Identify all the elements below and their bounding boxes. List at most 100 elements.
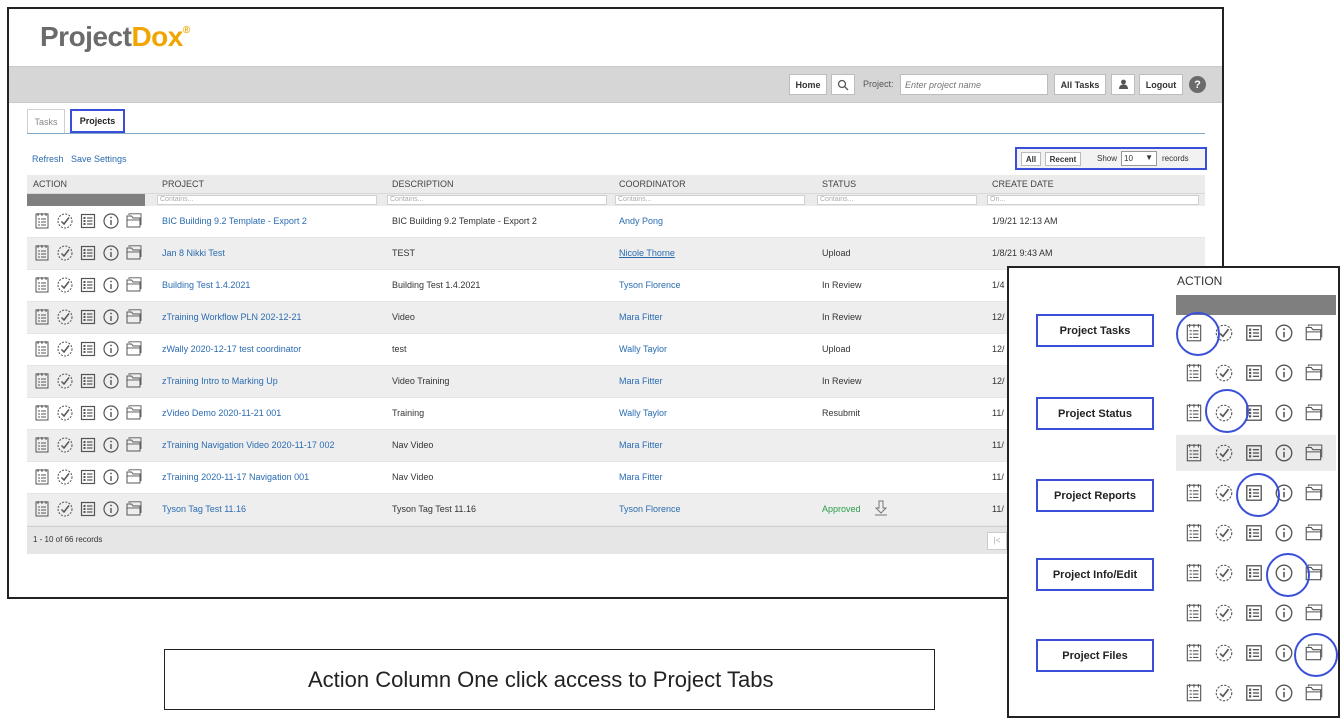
info-icon[interactable] — [1274, 643, 1294, 663]
tasks-icon[interactable] — [33, 340, 51, 358]
coordinator-link[interactable]: Tyson Florence — [619, 280, 681, 290]
tasks-icon[interactable] — [33, 276, 51, 294]
description-filter[interactable]: Contains... — [387, 195, 607, 205]
files-folder-icon[interactable] — [1304, 443, 1324, 463]
project-name-input[interactable] — [900, 74, 1048, 95]
column-header-description[interactable]: DESCRIPTION — [392, 179, 454, 189]
reports-list-icon[interactable] — [1244, 603, 1264, 623]
status-check-icon[interactable] — [56, 404, 74, 422]
tasks-icon[interactable] — [1184, 683, 1204, 703]
files-folder-icon[interactable] — [125, 212, 143, 230]
reports-list-icon[interactable] — [79, 340, 97, 358]
coordinator-link[interactable]: Mara Fitter — [619, 472, 663, 482]
info-icon[interactable] — [102, 308, 120, 326]
table-row[interactable]: BIC Building 9.2 Template - Export 2 BIC … — [27, 206, 1205, 238]
save-settings-link[interactable]: Save Settings — [71, 154, 127, 164]
reports-list-icon[interactable] — [79, 276, 97, 294]
info-icon[interactable] — [102, 468, 120, 486]
files-folder-icon[interactable] — [1304, 523, 1324, 543]
files-folder-icon[interactable] — [125, 468, 143, 486]
project-link[interactable]: Jan 8 Nikki Test — [162, 248, 225, 258]
status-check-icon[interactable] — [1214, 603, 1234, 623]
column-header-create-date[interactable]: CREATE DATE — [992, 179, 1054, 189]
info-icon[interactable] — [102, 340, 120, 358]
all-filter-button[interactable]: All — [1021, 152, 1041, 166]
project-link[interactable]: Building Test 1.4.2021 — [162, 280, 250, 290]
tasks-icon[interactable] — [1184, 483, 1204, 503]
files-folder-icon[interactable] — [125, 244, 143, 262]
tasks-icon[interactable] — [1184, 443, 1204, 463]
status-check-icon[interactable] — [56, 436, 74, 454]
files-folder-icon[interactable] — [1304, 603, 1324, 623]
tasks-icon[interactable] — [1184, 643, 1204, 663]
tasks-icon[interactable] — [1184, 523, 1204, 543]
project-link[interactable]: zTraining 2020-11-17 Navigation 001 — [162, 472, 309, 482]
download-icon[interactable] — [874, 500, 888, 516]
info-icon[interactable] — [102, 212, 120, 230]
column-header-project[interactable]: PROJECT — [162, 179, 204, 189]
status-check-icon[interactable] — [1214, 443, 1234, 463]
reports-list-icon[interactable] — [79, 436, 97, 454]
project-link[interactable]: zTraining Navigation Video 2020-11-17 00… — [162, 440, 334, 450]
home-button[interactable]: Home — [789, 74, 827, 95]
tasks-icon[interactable] — [33, 372, 51, 390]
files-folder-icon[interactable] — [125, 308, 143, 326]
coordinator-link[interactable]: Wally Taylor — [619, 408, 667, 418]
reports-list-icon[interactable] — [79, 372, 97, 390]
status-check-icon[interactable] — [1214, 523, 1234, 543]
create-date-filter[interactable]: On... — [987, 195, 1199, 205]
reports-list-icon[interactable] — [79, 404, 97, 422]
tasks-icon[interactable] — [1184, 563, 1204, 583]
tasks-icon[interactable] — [1184, 363, 1204, 383]
info-icon[interactable] — [102, 372, 120, 390]
all-tasks-button[interactable]: All Tasks — [1054, 74, 1106, 95]
reports-list-icon[interactable] — [1244, 443, 1264, 463]
coordinator-link[interactable]: Wally Taylor — [619, 344, 667, 354]
info-icon[interactable] — [102, 436, 120, 454]
status-check-icon[interactable] — [1214, 563, 1234, 583]
tab-tasks[interactable]: Tasks — [27, 109, 65, 133]
files-folder-icon[interactable] — [125, 436, 143, 454]
info-icon[interactable] — [1274, 363, 1294, 383]
files-folder-icon[interactable] — [1304, 363, 1324, 383]
status-check-icon[interactable] — [56, 500, 74, 518]
coordinator-filter[interactable]: Contains... — [615, 195, 805, 205]
first-page-button[interactable]: |< — [987, 532, 1007, 550]
coordinator-link[interactable]: Nicole Thorne — [619, 248, 675, 258]
tasks-icon[interactable] — [1184, 403, 1204, 423]
reports-list-icon[interactable] — [79, 244, 97, 262]
column-header-coordinator[interactable]: COORDINATOR — [619, 179, 686, 189]
reports-list-icon[interactable] — [79, 500, 97, 518]
tasks-icon[interactable] — [1184, 603, 1204, 623]
coordinator-link[interactable]: Mara Fitter — [619, 440, 663, 450]
status-check-icon[interactable] — [56, 212, 74, 230]
reports-list-icon[interactable] — [1244, 563, 1264, 583]
coordinator-link[interactable]: Mara Fitter — [619, 376, 663, 386]
status-check-icon[interactable] — [1214, 363, 1234, 383]
info-icon[interactable] — [1274, 603, 1294, 623]
files-folder-icon[interactable] — [125, 340, 143, 358]
status-check-icon[interactable] — [56, 244, 74, 262]
project-link[interactable]: zTraining Intro to Marking Up — [162, 376, 278, 386]
status-check-icon[interactable] — [56, 276, 74, 294]
status-check-icon[interactable] — [56, 340, 74, 358]
info-icon[interactable] — [1274, 683, 1294, 703]
status-check-icon[interactable] — [1214, 483, 1234, 503]
info-icon[interactable] — [1274, 443, 1294, 463]
project-link[interactable]: Tyson Tag Test 11.16 — [162, 504, 246, 514]
info-icon[interactable] — [1274, 523, 1294, 543]
coordinator-link[interactable]: Andy Pong — [619, 216, 663, 226]
reports-list-icon[interactable] — [1244, 523, 1264, 543]
recent-filter-button[interactable]: Recent — [1045, 152, 1081, 166]
files-folder-icon[interactable] — [125, 404, 143, 422]
tasks-icon[interactable] — [33, 436, 51, 454]
project-link[interactable]: BIC Building 9.2 Template - Export 2 — [162, 216, 307, 226]
info-icon[interactable] — [102, 244, 120, 262]
files-folder-icon[interactable] — [1304, 483, 1324, 503]
reports-list-icon[interactable] — [79, 468, 97, 486]
project-link[interactable]: zWally 2020-12-17 test coordinator — [162, 344, 301, 354]
project-link[interactable]: zVideo Demo 2020-11-21 001 — [162, 408, 281, 418]
tasks-icon[interactable] — [33, 404, 51, 422]
files-folder-icon[interactable] — [1304, 683, 1324, 703]
reports-list-icon[interactable] — [1244, 683, 1264, 703]
